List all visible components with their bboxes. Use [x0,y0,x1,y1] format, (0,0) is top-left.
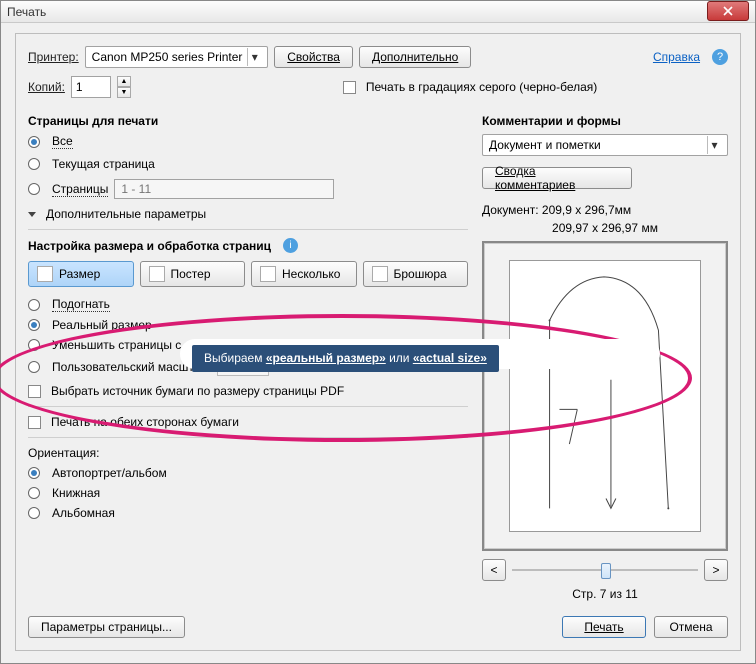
window-title: Печать [7,5,46,19]
sizing-section-title: Настройка размера и обработка страниц [28,239,271,253]
radio-all[interactable] [28,136,40,148]
radio-actual[interactable] [28,319,40,331]
annotation-tooltip: Выбираем «реальный размер» или «actual s… [192,345,499,372]
close-icon [723,6,733,16]
grayscale-label: Печать в градациях серого (черно-белая) [366,80,597,94]
size-icon [37,266,53,282]
copies-label: Копий: [28,80,65,94]
radio-fit[interactable] [28,299,40,311]
preview-content-icon [510,261,700,530]
chevron-down-icon: ▾ [247,48,261,66]
print-dialog: Печать Принтер: Canon MP250 series Print… [0,0,756,664]
radio-custom[interactable] [28,361,40,373]
multiple-icon [260,266,276,282]
tab-size[interactable]: Размер [28,261,134,287]
printer-label: Принтер: [28,50,79,64]
summarize-comments-button[interactable]: Сводка комментариев [482,167,632,189]
paper-source-checkbox[interactable] [28,385,41,398]
next-page-button[interactable]: > [704,559,728,581]
page-setup-button[interactable]: Параметры страницы... [28,616,185,638]
preview-page [509,260,701,532]
prev-page-button[interactable]: < [482,559,506,581]
scaled-dimensions: 209,97 x 296,97 мм [482,221,728,235]
help-icon[interactable]: ? [712,49,728,65]
booklet-icon [372,266,388,282]
radio-current[interactable] [28,158,40,170]
more-params-toggle[interactable]: Дополнительные параметры [28,207,468,221]
duplex-checkbox[interactable] [28,416,41,429]
pages-range-input[interactable] [114,179,334,199]
zoom-slider[interactable] [512,560,698,580]
tab-poster[interactable]: Постер [140,261,246,287]
info-icon[interactable]: i [283,238,298,253]
radio-landscape[interactable] [28,507,40,519]
doc-dimensions: Документ: 209,9 x 296,7мм [482,203,728,217]
page-indicator: Стр. 7 из 11 [482,587,728,601]
tab-multiple[interactable]: Несколько [251,261,357,287]
copies-spinner[interactable]: ▲▼ [117,76,131,98]
radio-portrait[interactable] [28,487,40,499]
grayscale-checkbox[interactable] [343,81,356,94]
poster-icon [149,266,165,282]
cancel-button[interactable]: Отмена [654,616,728,638]
radio-range[interactable] [28,183,40,195]
titlebar: Печать [1,1,755,23]
chevron-down-icon: ▾ [707,136,721,154]
printer-selected: Canon MP250 series Printer [92,50,243,64]
copies-input[interactable] [71,76,111,98]
help-link[interactable]: Справка [653,50,700,64]
comments-select[interactable]: Документ и пометки ▾ [482,134,728,156]
properties-button[interactable]: Свойства [274,46,353,68]
advanced-button[interactable]: Дополнительно [359,46,471,68]
print-preview [482,241,728,551]
orientation-title: Ориентация: [28,446,99,460]
pages-section-title: Страницы для печати [28,114,468,128]
close-button[interactable] [707,1,749,21]
radio-auto-orient[interactable] [28,467,40,479]
chevron-right-icon [28,212,36,217]
tab-booklet[interactable]: Брошюра [363,261,469,287]
print-button[interactable]: Печать [562,616,646,638]
printer-select[interactable]: Canon MP250 series Printer ▾ [85,46,269,68]
radio-shrink[interactable] [28,339,40,351]
comments-title: Комментарии и формы [482,114,728,128]
